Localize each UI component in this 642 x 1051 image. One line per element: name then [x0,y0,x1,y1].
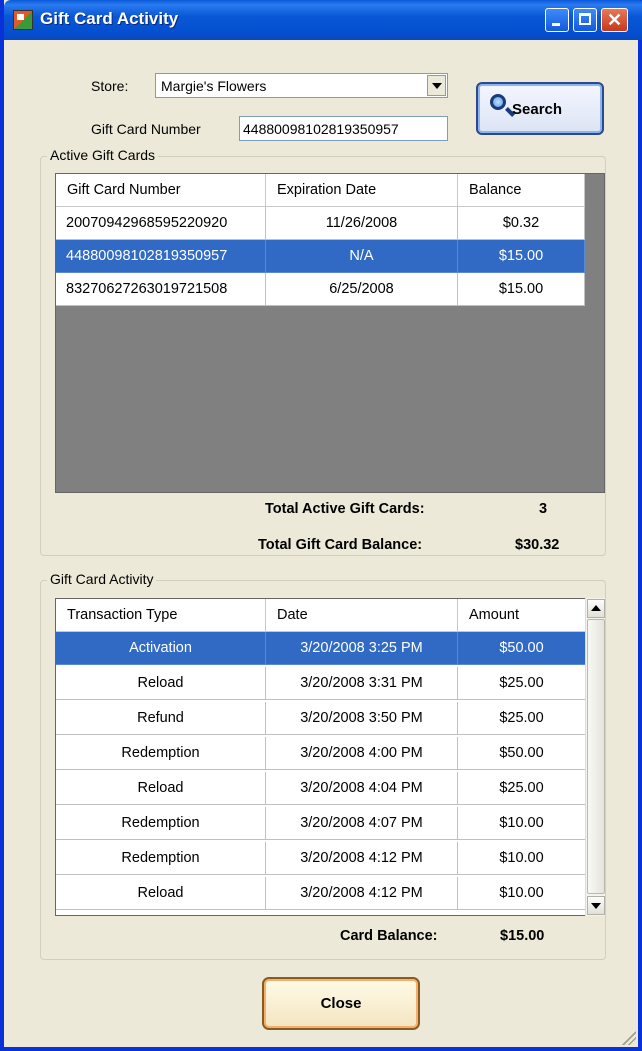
amount-cell: $10.00 [458,842,586,875]
total-active-cards-value: 3 [539,501,548,517]
active-gift-cards-legend: Active Gift Cards [47,147,159,163]
scroll-thumb[interactable] [587,619,605,894]
total-gift-card-balance-value: $30.32 [515,537,560,553]
search-icon [490,94,506,110]
gift-card-number-label: Gift Card Number [91,121,201,137]
close-window-button[interactable]: ✕ [601,8,628,32]
minimize-button[interactable] [545,8,569,32]
date-cell: 3/20/2008 4:12 PM [266,877,458,910]
balance-cell: $0.32 [458,207,585,240]
date-cell: 3/20/2008 3:31 PM [266,667,458,700]
transaction-type-cell: Refund [56,702,266,735]
gift-card-number-input[interactable]: 44880098102819350957 [239,116,448,141]
scroll-up-icon[interactable] [587,599,605,618]
store-dropdown[interactable]: Margie's Flowers [155,73,448,98]
card-balance-label: Card Balance: [340,928,438,944]
chevron-down-icon[interactable] [427,75,446,96]
close-icon: ✕ [606,10,623,30]
transaction-type-cell: Reload [56,667,266,700]
resize-grip-icon[interactable] [622,1031,636,1045]
gift-card-activity-legend: Gift Card Activity [47,571,157,587]
expiration-date-cell: 11/26/2008 [266,207,458,240]
transaction-type-cell: Activation [56,632,266,665]
transaction-type-cell: Redemption [56,737,266,770]
date-cell: 3/20/2008 4:12 PM [266,842,458,875]
transaction-type-cell: Reload [56,877,266,910]
gift-card-number-cell: 44880098102819350957 [56,240,266,273]
active-gift-cards-table: Gift Card Number Expiration Date Balance… [55,173,605,493]
column-header-amount[interactable]: Amount [458,599,586,632]
card-balance-value: $15.00 [500,928,545,944]
store-label: Store: [91,78,129,94]
gift-card-activity-table: Transaction Type Date Amount Activation … [55,598,605,916]
app-icon [13,10,33,30]
date-cell: 3/20/2008 4:07 PM [266,807,458,840]
date-cell: 3/20/2008 4:00 PM [266,737,458,770]
scroll-down-icon[interactable] [587,896,605,915]
transaction-type-cell: Reload [56,772,266,805]
column-header-balance[interactable]: Balance [458,174,585,207]
total-active-cards-label: Total Active Gift Cards: [265,501,425,517]
window-title: Gift Card Activity [40,9,179,28]
store-dropdown-value: Margie's Flowers [161,78,267,94]
date-cell: 3/20/2008 3:50 PM [266,702,458,735]
amount-cell: $10.00 [458,877,586,910]
column-header-expiration-date[interactable]: Expiration Date [266,174,458,207]
date-cell: 3/20/2008 3:25 PM [266,632,458,665]
gift-card-number-cell: 83270627263019721508 [56,273,266,306]
maximize-button[interactable] [573,8,597,32]
amount-cell: $50.00 [458,737,586,770]
balance-cell: $15.00 [458,240,585,273]
gift-card-activity-window: Gift Card Activity ✕ Store: Margie's Flo… [0,0,642,1051]
search-button-label: Search [512,101,563,118]
amount-cell: $25.00 [458,667,586,700]
total-gift-card-balance-label: Total Gift Card Balance: [258,537,423,553]
column-header-date[interactable]: Date [266,599,458,632]
amount-cell: $25.00 [458,702,586,735]
transaction-type-cell: Redemption [56,807,266,840]
activity-vertical-scrollbar[interactable] [585,598,605,916]
title-bar[interactable]: Gift Card Activity ✕ [4,0,642,40]
amount-cell: $50.00 [458,632,586,665]
column-header-gift-card-number[interactable]: Gift Card Number [56,174,266,207]
balance-cell: $15.00 [458,273,585,306]
search-button[interactable]: Search [476,82,604,135]
transaction-type-cell: Redemption [56,842,266,875]
expiration-date-cell: N/A [266,240,458,273]
amount-cell: $10.00 [458,807,586,840]
date-cell: 3/20/2008 4:04 PM [266,772,458,805]
column-header-transaction-type[interactable]: Transaction Type [56,599,266,632]
close-button[interactable]: Close [262,977,420,1030]
close-button-label: Close [320,995,362,1012]
gift-card-number-cell: 20070942968595220920 [56,207,266,240]
amount-cell: $25.00 [458,772,586,805]
expiration-date-cell: 6/25/2008 [266,273,458,306]
